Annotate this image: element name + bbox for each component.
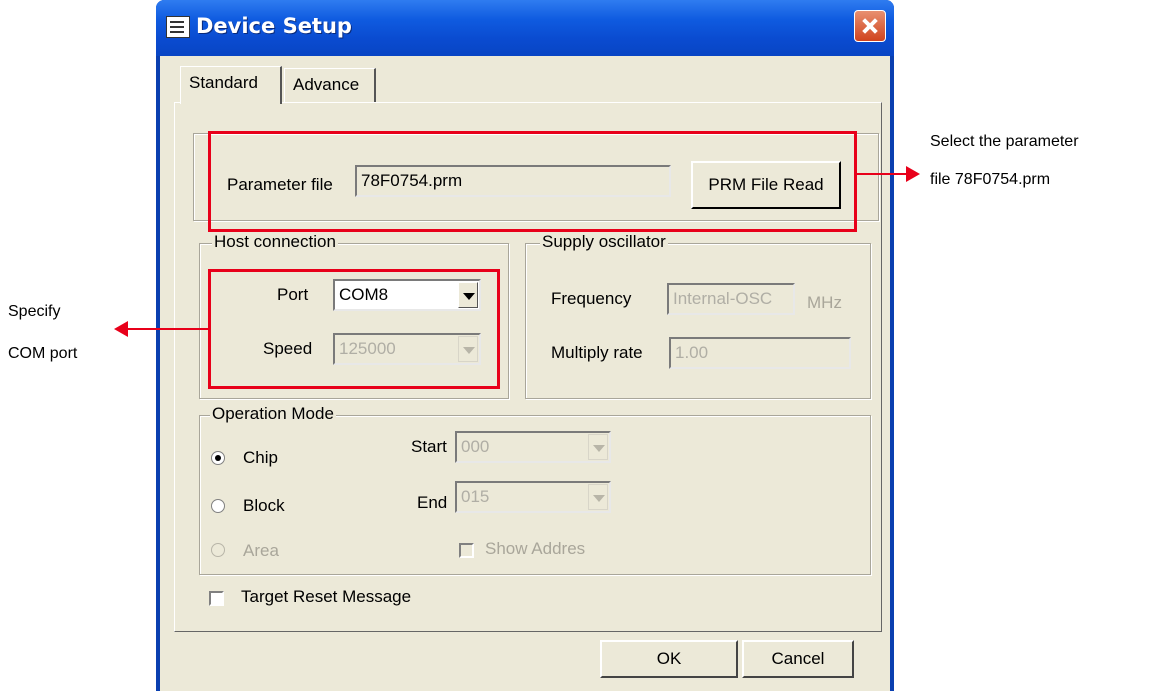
show-address-checkbox xyxy=(459,543,474,558)
multiply-rate-label: Multiply rate xyxy=(551,343,643,362)
right-arrow-head-icon xyxy=(906,166,920,182)
end-label: End xyxy=(417,493,448,512)
left-arrow-line xyxy=(128,328,208,330)
frequency-unit: MHz xyxy=(807,293,842,312)
chip-label[interactable]: Chip xyxy=(243,448,278,468)
frequency-label: Frequency xyxy=(551,289,632,308)
left-annotation-line2: COM port xyxy=(8,345,78,362)
start-label: Start xyxy=(411,437,447,456)
parameter-highlight-box xyxy=(208,131,857,232)
ok-button[interactable]: OK xyxy=(600,640,738,678)
start-value: 000 xyxy=(461,437,490,456)
area-label: Area xyxy=(243,541,279,560)
tab-standard[interactable]: Standard xyxy=(180,66,282,104)
end-select: 015 xyxy=(455,481,611,513)
block-radio[interactable] xyxy=(211,499,225,513)
multiply-rate-field: 1.00 xyxy=(669,337,851,369)
app-icon xyxy=(166,16,190,38)
left-annotation-line1: Specify xyxy=(8,303,61,320)
show-address-label: Show Addres xyxy=(485,539,586,558)
window-title: Device Setup xyxy=(196,14,352,38)
start-dropdown-icon xyxy=(588,434,608,460)
area-radio xyxy=(211,543,225,557)
right-annotation-line1: Select the parameter xyxy=(930,133,1079,150)
right-arrow-line xyxy=(857,173,909,175)
chip-radio[interactable] xyxy=(211,451,225,465)
end-dropdown-icon xyxy=(588,484,608,510)
block-label[interactable]: Block xyxy=(243,496,285,516)
host-connection-title: Host connection xyxy=(212,232,338,252)
supply-oscillator-group: Supply oscillator xyxy=(525,232,871,399)
operation-mode-title: Operation Mode xyxy=(210,404,336,424)
frequency-field: Internal-OSC xyxy=(667,283,795,315)
tab-advance[interactable]: Advance xyxy=(284,68,376,102)
close-button[interactable] xyxy=(854,10,886,42)
start-select: 000 xyxy=(455,431,611,463)
supply-oscillator-title: Supply oscillator xyxy=(540,232,668,252)
target-reset-label[interactable]: Target Reset Message xyxy=(241,587,411,607)
port-highlight-box xyxy=(208,269,500,389)
right-annotation-line2: file 78F0754.prm xyxy=(930,171,1051,188)
left-arrow-head-icon xyxy=(114,321,128,337)
title-bar[interactable]: Device Setup xyxy=(156,0,894,56)
end-value: 015 xyxy=(461,487,490,506)
cancel-button[interactable]: Cancel xyxy=(742,640,854,678)
target-reset-checkbox[interactable] xyxy=(209,591,224,606)
